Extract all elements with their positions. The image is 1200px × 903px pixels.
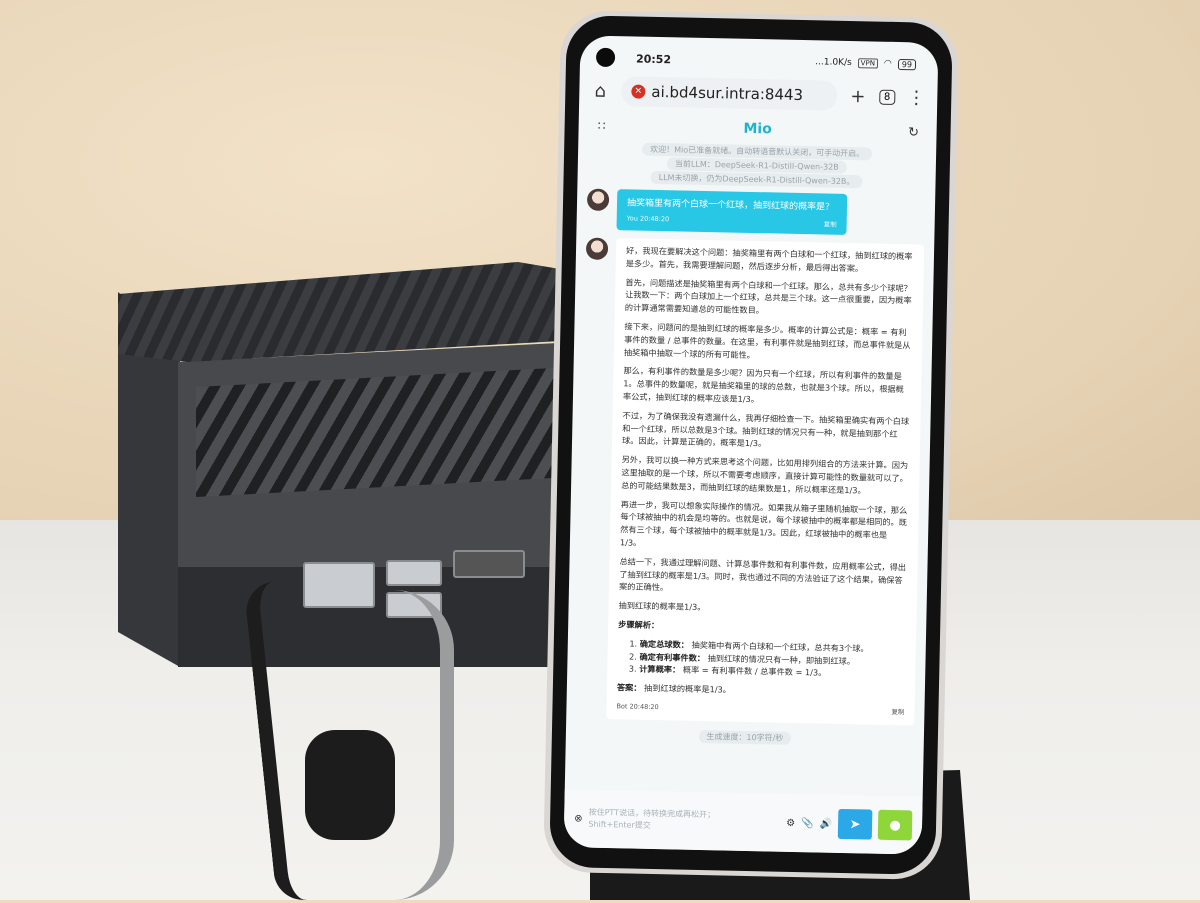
browser-toolbar: ⌂ ✕ ai.bd4sur.intra:8443 + 8 ⋮ xyxy=(579,69,938,118)
bot-paragraph: 那么，有利事件的数量是多少呢？因为只有一个红球，所以有利事件的数量是1。总事件的… xyxy=(622,365,904,405)
clear-icon[interactable]: ⊗ xyxy=(574,813,583,824)
address-bar[interactable]: ✕ ai.bd4sur.intra:8443 xyxy=(621,76,838,111)
user-message-row: 抽奖箱里有两个白球一个红球，抽到红球的概率是？ You 20:48:20 复制 xyxy=(576,184,935,240)
insecure-site-icon[interactable]: ✕ xyxy=(631,84,646,99)
home-icon[interactable]: ⌂ xyxy=(589,80,611,101)
plus-icon[interactable]: + xyxy=(847,85,869,107)
bot-paragraph: 不过，为了确保我没有遗漏什么，我再仔细检查一下。抽奖箱里确实有两个白球和一个红球… xyxy=(621,410,910,449)
bot-paragraph: 抽到红球的概率是1/3。 xyxy=(618,600,706,613)
refresh-icon[interactable]: ↻ xyxy=(902,125,924,140)
steps-title: 步骤解析： xyxy=(618,619,660,631)
hdmi-port xyxy=(453,550,525,578)
bot-message-row: 好，我现在要解决这个问题：抽奖箱里有两个白球和一个红球，抽到红球的概率是多少。首… xyxy=(566,233,934,729)
ferrite-core xyxy=(305,730,395,840)
message-timestamp: Bot 20:48:20 xyxy=(616,702,659,712)
message-meta: You 20:48:20 复制 xyxy=(627,214,837,228)
steps-list: 确定总球数： 抽奖箱中有两个白球和一个红球，总共有3个球。 确定有利事件数： 抽… xyxy=(617,637,906,681)
network-speed: ...1.0K/s xyxy=(815,57,852,69)
message-meta: Bot 20:48:20 复制 xyxy=(616,700,904,719)
user-avatar xyxy=(586,188,610,211)
phone-screen: 20:52 ...1.0K/s VPN ◠ 99 ⌂ ✕ ai.bd4sur.i… xyxy=(563,35,939,855)
answer-line: 答案： 抽到红球的概率是1/3。 xyxy=(616,682,732,695)
bot-message-bubble: 好，我现在要解决这个问题：抽奖箱里有两个白球和一个红球，抽到红球的概率是多少。首… xyxy=(606,238,925,726)
smartphone: 20:52 ...1.0K/s VPN ◠ 99 ⌂ ✕ ai.bd4sur.i… xyxy=(543,9,959,881)
bot-paragraph: 接下来，问题问的是抽到红球的概率是多少。概率的计算公式是：概率 = 有利事件的数… xyxy=(623,321,911,360)
user-message-bubble: 抽奖箱里有两个白球一个红球，抽到红球的概率是？ You 20:48:20 复制 xyxy=(616,189,848,235)
bot-avatar xyxy=(585,237,609,260)
grid-menu-icon[interactable]: ∷ xyxy=(591,119,613,133)
microphone-button[interactable]: ● xyxy=(877,809,913,841)
send-button[interactable]: ➤ xyxy=(837,808,873,840)
paperclip-icon[interactable]: 📎 xyxy=(801,818,814,829)
microphone-icon: ● xyxy=(889,817,901,833)
speaker-icon[interactable]: 🔊 xyxy=(820,818,833,829)
clock: 20:52 xyxy=(635,52,672,66)
gear-icon[interactable]: ⚙ xyxy=(786,817,795,828)
status-icons: ...1.0K/s VPN ◠ 99 xyxy=(815,57,917,70)
generation-speed: 生成速度：10字符/秒 xyxy=(566,728,924,746)
mini-pc-vents xyxy=(196,367,571,497)
phone-bezel: 20:52 ...1.0K/s VPN ◠ 99 ⌂ ✕ ai.bd4sur.i… xyxy=(549,15,953,875)
bot-paragraph: 好，我现在要解决这个问题：抽奖箱里有两个白球和一个红球，抽到红球的概率是多少。首… xyxy=(625,245,913,274)
copy-button[interactable]: 复制 xyxy=(824,218,837,228)
input-bar: ⊗ 按住PTT说话，待转换完成再松开； Shift+Enter提交 ⚙ 📎 🔊 … xyxy=(563,789,923,855)
bot-paragraph: 再进一步，我可以想象实际操作的情况。如果我从箱子里随机抽取一个球，那么每个球被抽… xyxy=(619,498,908,548)
send-icon: ➤ xyxy=(849,816,861,832)
usb-port-1 xyxy=(386,560,442,586)
user-message-text: 抽奖箱里有两个白球一个红球，抽到红球的概率是？ xyxy=(626,198,835,213)
message-input[interactable]: 按住PTT说话，待转换完成再松开； Shift+Enter提交 xyxy=(588,807,780,835)
copy-button[interactable]: 复制 xyxy=(891,706,904,719)
battery-indicator: 99 xyxy=(897,58,917,70)
bot-paragraph: 总结一下，我通过理解问题、计算总事件数和有利事件数，应用概率公式，得出了抽到红球… xyxy=(618,556,907,593)
app-title: Mio xyxy=(743,120,772,138)
bot-paragraph: 首先，问题描述是抽奖箱里有两个白球和一个红球。那么，总共有多少个球呢？让我数一下… xyxy=(624,276,913,316)
wifi-icon: ◠ xyxy=(883,58,892,69)
url-text: ai.bd4sur.intra:8443 xyxy=(651,82,804,105)
vpn-badge: VPN xyxy=(857,58,879,69)
message-timestamp: You 20:48:20 xyxy=(626,214,670,224)
bot-paragraph: 另外，我可以换一种方式来思考这个问题，比如用排列组合的方法来计算。因为这里抽取的… xyxy=(621,454,909,496)
tab-count-button[interactable]: 8 xyxy=(878,89,896,105)
more-vert-icon[interactable]: ⋮ xyxy=(905,87,927,108)
